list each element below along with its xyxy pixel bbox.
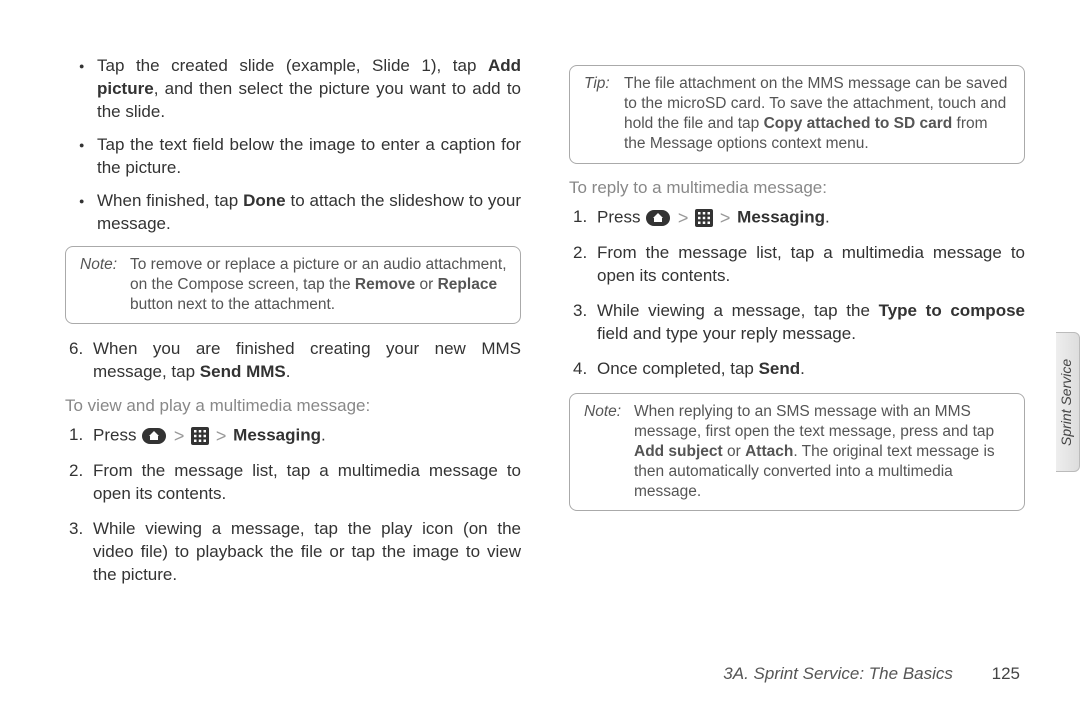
bold-text: Send	[759, 359, 801, 378]
text: When you are finished creating your new …	[93, 339, 521, 381]
bold-text: Type to compose	[879, 301, 1025, 320]
text: .	[825, 207, 830, 226]
chevron-icon: >	[216, 426, 227, 446]
text: When finished, tap	[97, 191, 243, 210]
note-box: Note: To remove or replace a picture or …	[65, 246, 521, 324]
note-label: Note:	[80, 255, 124, 275]
step-number: 1.	[69, 424, 83, 447]
bold-text: Done	[243, 191, 286, 210]
text: Tap the text field below the image to en…	[97, 135, 521, 177]
text: Press	[597, 207, 645, 226]
text: field and type your reply message.	[597, 324, 856, 343]
bold-text: Attach	[745, 443, 793, 460]
text: Once completed, tap	[597, 359, 759, 378]
list-item: 1. Press > > Messaging.	[597, 206, 1025, 230]
tip-box: Tip: The file attachment on the MMS mess…	[569, 65, 1025, 164]
text: or	[723, 443, 745, 460]
left-column: Tap the created slide (example, Slide 1)…	[65, 55, 521, 586]
chevron-icon: >	[678, 208, 689, 228]
text: While viewing a message, tap the	[597, 301, 879, 320]
text: Press	[93, 426, 141, 445]
numbered-list: 1. Press > > Messaging. 2. From the mess…	[569, 206, 1025, 381]
section-heading: To view and play a multimedia message:	[65, 396, 521, 416]
list-item: 3. While viewing a message, tap the Type…	[597, 300, 1025, 346]
list-item: 4. Once completed, tap Send.	[597, 358, 1025, 381]
list-item: 2. From the message list, tap a multimed…	[93, 460, 521, 506]
bold-text: Messaging	[737, 207, 825, 226]
text: button next to the attachment.	[130, 296, 335, 313]
text: , and then select the picture you want t…	[97, 79, 521, 121]
page-number: 125	[992, 664, 1020, 683]
list-item: 2. From the message list, tap a multimed…	[597, 242, 1025, 288]
text: .	[800, 359, 805, 378]
home-icon	[141, 427, 167, 445]
text: When replying to an SMS message with an …	[634, 403, 994, 440]
apps-grid-icon	[695, 209, 713, 227]
page-content: Tap the created slide (example, Slide 1)…	[0, 0, 1080, 586]
list-item: 3. While viewing a message, tap the play…	[93, 518, 521, 587]
list-item: When finished, tap Done to attach the sl…	[97, 190, 521, 236]
text: or	[415, 276, 437, 293]
note-label: Note:	[584, 402, 628, 422]
numbered-list: 1. Press > > Messaging. 2. From the mess…	[65, 424, 521, 587]
bold-text: Copy attached to SD card	[764, 115, 953, 132]
section-heading: To reply to a multimedia message:	[569, 178, 1025, 198]
bullet-list: Tap the created slide (example, Slide 1)…	[65, 55, 521, 236]
bold-text: Add subject	[634, 443, 723, 460]
note-body: When replying to an SMS message with an …	[634, 402, 1012, 503]
right-column: Tip: The file attachment on the MMS mess…	[569, 55, 1025, 586]
step-number: 2.	[573, 242, 587, 265]
text: From the message list, tap a multimedia …	[597, 243, 1025, 285]
step-number: 6.	[69, 338, 83, 361]
text: While viewing a message, tap the play ic…	[93, 519, 521, 584]
step-number: 2.	[69, 460, 83, 483]
text: .	[286, 362, 291, 381]
step-number: 3.	[69, 518, 83, 541]
list-item: Tap the text field below the image to en…	[97, 134, 521, 180]
tip-body: The file attachment on the MMS message c…	[624, 74, 1012, 155]
bold-text: Replace	[438, 276, 497, 293]
note-body: To remove or replace a picture or an aud…	[130, 255, 508, 315]
tip-label: Tip:	[584, 74, 618, 94]
step-number: 4.	[573, 358, 587, 381]
text: .	[321, 426, 326, 445]
note-box: Note: When replying to an SMS message wi…	[569, 393, 1025, 512]
list-item: Tap the created slide (example, Slide 1)…	[97, 55, 521, 124]
text: Tap the created slide (example, Slide 1)…	[97, 56, 488, 75]
bold-text: Remove	[355, 276, 415, 293]
step-number: 3.	[573, 300, 587, 323]
bold-text: Messaging	[233, 426, 321, 445]
text: From the message list, tap a multimedia …	[93, 461, 521, 503]
bold-text: Send MMS	[200, 362, 286, 381]
chevron-icon: >	[720, 208, 731, 228]
list-item: 1. Press > > Messaging.	[93, 424, 521, 448]
numbered-list: 6. When you are finished creating your n…	[65, 338, 521, 384]
apps-grid-icon	[191, 427, 209, 445]
page-footer: 3A. Sprint Service: The Basics 125	[723, 664, 1020, 684]
home-icon	[645, 209, 671, 227]
footer-title: 3A. Sprint Service: The Basics	[723, 664, 953, 683]
step-number: 1.	[573, 206, 587, 229]
chevron-icon: >	[174, 426, 185, 446]
list-item: 6. When you are finished creating your n…	[93, 338, 521, 384]
side-tab: Sprint Service	[1056, 332, 1080, 472]
